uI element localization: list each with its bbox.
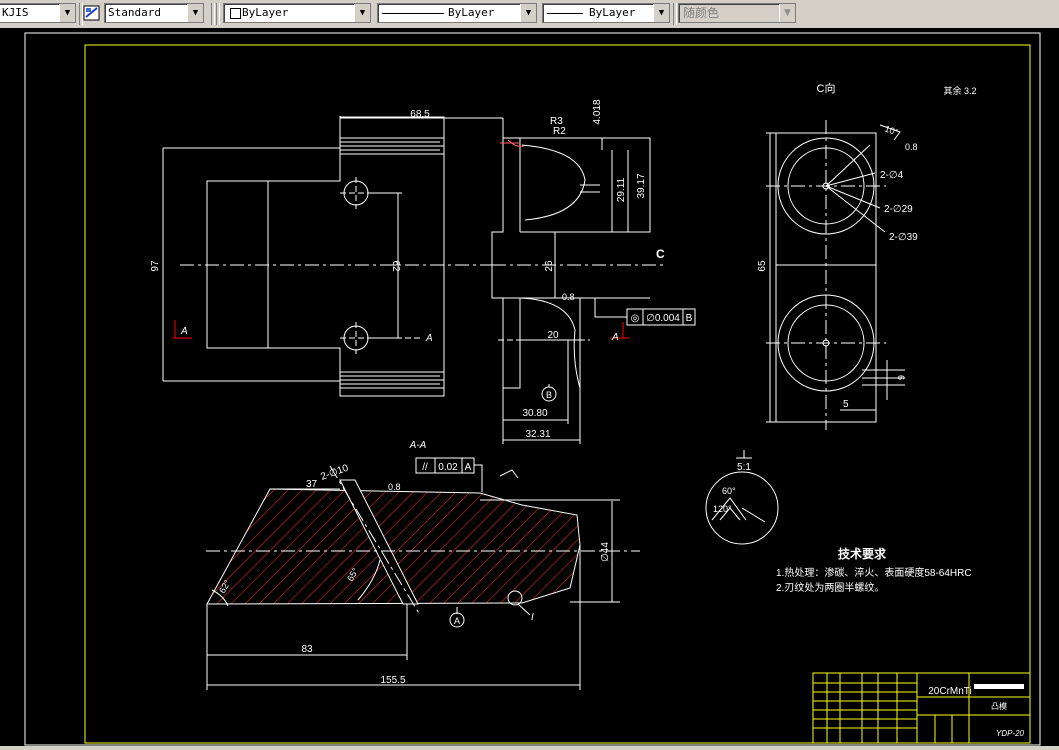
material-label: 20CrMnTi (928, 686, 972, 697)
linetype-combo[interactable]: ByLayer ▼ (377, 3, 537, 23)
dim-30-80: 30.80 (522, 408, 547, 419)
dim-style-value: Standard (108, 6, 161, 19)
dim-83: 83 (301, 644, 313, 655)
parallelism-value: 0.02 (438, 462, 458, 473)
note-1: 1.热处理：渗碳、淬火、表面硬度58-64HRC (776, 566, 972, 579)
dim-6: 6 (896, 375, 906, 380)
drawing-frame (84, 44, 1031, 744)
datum-b-label: B (546, 390, 552, 400)
lineweight-preview (547, 13, 583, 14)
section-title: A-A (409, 440, 427, 451)
parallelism-symbol: // (422, 462, 428, 473)
side-view (491, 118, 696, 444)
hole-2-39: 2-∅39 (889, 232, 918, 243)
toolbar-separator (211, 3, 215, 25)
lineweight-combo[interactable]: ByLayer ▼ (542, 3, 670, 23)
roughness-0-8-s: 0.8 (388, 482, 401, 492)
parallelism-datum: A (465, 462, 472, 473)
dim-37: 37 (306, 479, 318, 490)
dim-style-combo[interactable]: Standard ▼ (104, 3, 204, 23)
dim-68-5: 68.5 (410, 109, 430, 120)
hole-2-29: 2-∅29 (884, 204, 913, 215)
concentricity-value: ∅0.004 (646, 313, 680, 324)
dim-20: 20 (547, 330, 559, 341)
toolbar-separator (673, 3, 677, 25)
notes-title: 技术要求 (838, 546, 887, 561)
dim-39-17: 39.17 (636, 173, 647, 198)
cad-drawing: 68.5 97 62 A A R3 R2 4.018 29.11 39.17 2… (24, 32, 1041, 746)
detail-scale: 5:1 (737, 462, 751, 473)
toolbar-separator (216, 3, 220, 25)
dim-29-11: 29.11 (616, 177, 627, 202)
c-view (766, 120, 905, 430)
dim-97: 97 (150, 260, 161, 272)
linetype-value: ByLayer (448, 6, 495, 19)
dim-32-31: 32.31 (525, 429, 550, 440)
chevron-down-icon[interactable]: ▼ (59, 4, 75, 22)
dim-26: 26 (544, 260, 555, 272)
c-view-title: C向 (817, 81, 836, 95)
detail-i-mark: I (531, 612, 534, 623)
concentricity-datum: B (686, 313, 693, 324)
color-combo[interactable]: ByLayer ▼ (223, 3, 371, 23)
dim-62: 62 (390, 260, 401, 272)
chevron-down-icon[interactable]: ▼ (520, 4, 536, 22)
chevron-down-icon[interactable]: ▼ (354, 4, 370, 22)
properties-toolbar: KJIS ▼ Standard ▼ ByLayer ▼ ByLayer ▼ By… (0, 0, 1059, 29)
chevron-down-icon[interactable]: ▼ (187, 4, 203, 22)
section-mark-a-2: A (425, 333, 433, 344)
view-c-arrow-label: C (656, 247, 665, 261)
text-style-combo[interactable]: KJIS ▼ (0, 3, 76, 23)
drawing-number: YDP-20 (996, 729, 1025, 738)
roughness-0-8: 0.8 (562, 292, 575, 302)
r2-label: R2 (553, 126, 566, 137)
dim-5: 5 (843, 399, 849, 410)
angle-60: 60° (722, 486, 736, 496)
color-value: ByLayer (242, 6, 289, 19)
section-mark-a-3: A (611, 332, 619, 343)
concentricity-symbol: ◎ (631, 313, 640, 324)
front-view (162, 116, 503, 397)
linetype-preview (382, 13, 444, 14)
dim-4-018: 4.018 (592, 99, 603, 124)
hole-2-4: 2-∅4 (880, 170, 904, 181)
chevron-down-icon[interactable]: ▼ (779, 4, 795, 22)
chevron-down-icon[interactable]: ▼ (653, 4, 669, 22)
lineweight-value: ByLayer (589, 6, 636, 19)
dim-65: 65 (757, 260, 768, 272)
dimension-style-icon[interactable] (83, 4, 101, 22)
datum-a-label: A (454, 616, 460, 626)
plot-style-combo[interactable]: 随颜色 ▼ (678, 3, 796, 23)
part-name: 凸模 (991, 701, 1007, 711)
roughness-0-8-c: 0.8 (905, 142, 918, 152)
section-mark-a: A (180, 326, 188, 337)
note-2: 2.刃纹处为两圈半螺纹。 (776, 581, 884, 594)
remaining-roughness: 其余 3.2 (943, 85, 976, 96)
angle-120: 120° (713, 504, 732, 514)
dim-155-5: 155.5 (380, 675, 405, 686)
text-style-value: KJIS (2, 6, 29, 19)
dim-d44: ∅44 (600, 542, 611, 562)
color-swatch (230, 8, 241, 19)
drawing-canvas[interactable]: 68.5 97 62 A A R3 R2 4.018 29.11 39.17 2… (0, 28, 1059, 746)
sheet-border (24, 32, 1041, 746)
plot-style-value: 随颜色 (683, 6, 720, 20)
section-a-a (206, 457, 640, 690)
